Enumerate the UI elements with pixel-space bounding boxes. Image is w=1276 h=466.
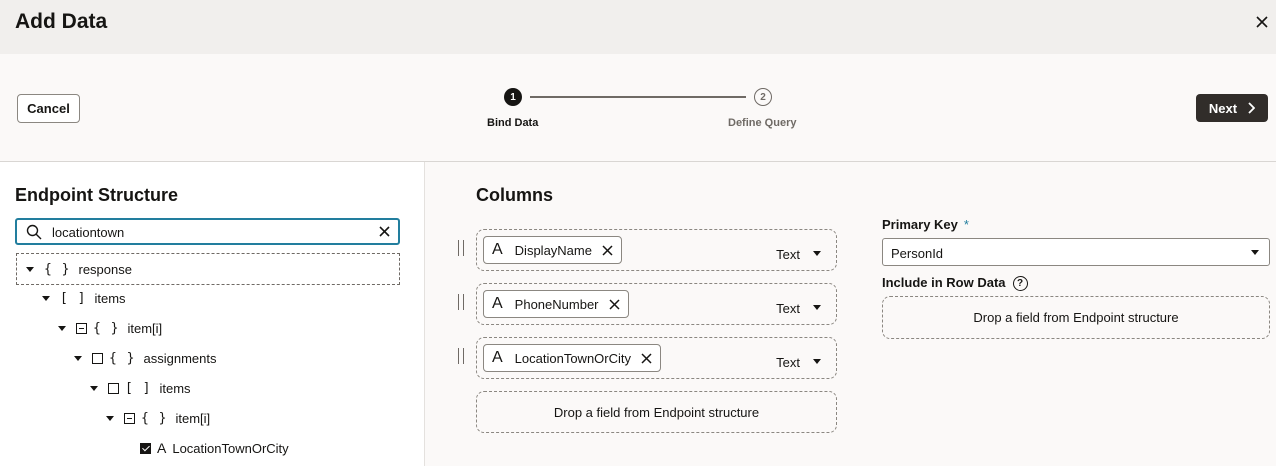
object-icon: { } <box>141 410 168 426</box>
step-1-indicator[interactable]: 1 <box>504 88 522 106</box>
columns-drop-zone[interactable]: Drop a field from Endpoint structure <box>476 391 837 433</box>
endpoint-structure-panel: Endpoint Structure locationtown { } resp… <box>0 162 425 466</box>
caret-down-icon[interactable] <box>42 295 50 301</box>
tree-checkbox[interactable] <box>140 442 151 454</box>
column-chip[interactable]: A DisplayName <box>483 236 622 264</box>
remove-icon[interactable] <box>602 244 613 256</box>
primary-key-select[interactable]: PersonId <box>882 238 1270 266</box>
object-icon: { } <box>44 261 71 277</box>
column-type[interactable]: Text <box>776 355 800 370</box>
object-icon: { } <box>93 320 120 336</box>
tree-node-locationtownorcity[interactable]: A LocationTownOrCity <box>140 433 289 463</box>
dialog-title: Add Data <box>15 10 108 33</box>
next-button-label: Next <box>1208 100 1238 116</box>
primary-key-value: PersonId <box>891 246 944 261</box>
caret-down-icon[interactable] <box>74 355 82 361</box>
next-button[interactable]: Next <box>1196 94 1268 122</box>
row-data-drop-zone[interactable]: Drop a field from Endpoint structure <box>882 296 1270 339</box>
columns-heading: Columns <box>476 185 554 205</box>
required-indicator: * <box>963 217 969 232</box>
tree-checkbox[interactable] <box>76 322 87 334</box>
drag-handle-icon[interactable] <box>458 294 464 310</box>
step-2-indicator[interactable]: 2 <box>754 88 772 106</box>
step-connector <box>530 96 746 98</box>
string-type-icon: A <box>492 295 503 312</box>
tree-checkbox[interactable] <box>92 352 103 364</box>
string-type-icon: A <box>492 241 503 258</box>
tree-node-label: item[i] <box>127 320 163 336</box>
column-field-name: PhoneNumber <box>514 296 599 312</box>
column-type[interactable]: Text <box>776 247 800 262</box>
chevron-right-icon <box>1248 102 1256 114</box>
tree-node-label: response <box>78 261 132 277</box>
tree-checkbox[interactable] <box>124 412 135 424</box>
object-icon: { } <box>109 350 136 366</box>
tree-node-items[interactable]: [ ] items <box>90 373 191 403</box>
tree-node-label: items <box>159 380 191 396</box>
search-value: locationtown <box>52 225 125 240</box>
tree-node-label: assignments <box>143 350 217 366</box>
caret-down-icon[interactable] <box>90 385 98 391</box>
columns-panel: Columns A DisplayName Text A PhoneNumber… <box>426 162 1276 466</box>
column-slot[interactable]: A DisplayName Text <box>476 229 837 271</box>
column-type[interactable]: Text <box>776 301 800 316</box>
search-input[interactable]: locationtown <box>15 218 400 245</box>
tree-node-label: item[i] <box>175 410 211 426</box>
remove-icon[interactable] <box>641 352 652 364</box>
caret-down-icon[interactable] <box>813 305 821 310</box>
array-icon: [ ] <box>125 380 152 396</box>
cancel-button[interactable]: Cancel <box>17 94 80 123</box>
search-icon <box>26 224 42 240</box>
row-data-label-text: Include in Row Data <box>882 275 1006 290</box>
caret-down-icon[interactable] <box>26 266 34 272</box>
primary-key-label: Primary Key * <box>882 217 969 232</box>
tree-node-label: LocationTownOrCity <box>172 440 289 456</box>
caret-down-icon[interactable] <box>813 251 821 256</box>
string-type-icon: A <box>157 440 167 456</box>
close-icon[interactable] <box>1252 12 1272 32</box>
drag-handle-icon[interactable] <box>458 348 464 364</box>
tree-node-item[interactable]: { } item[i] <box>106 403 210 433</box>
tree-node-assignments[interactable]: { } assignments <box>74 343 216 373</box>
tree-node-item[interactable]: { } item[i] <box>58 313 162 343</box>
caret-down-icon[interactable] <box>813 359 821 364</box>
drag-handle-icon[interactable] <box>458 240 464 256</box>
step-1-label: Bind Data <box>487 117 539 129</box>
array-icon: [ ] <box>60 290 87 306</box>
string-type-icon: A <box>492 349 503 366</box>
column-slot[interactable]: A LocationTownOrCity Text <box>476 337 837 379</box>
row-data-label: Include in Row Data? <box>882 275 1028 292</box>
endpoint-structure-heading: Endpoint Structure <box>15 185 178 205</box>
primary-key-label-text: Primary Key <box>882 217 958 232</box>
clear-search-icon[interactable] <box>378 225 391 238</box>
wizard-bar: Cancel 1 2 Bind Data Define Query Next <box>0 54 1276 162</box>
tree-node-items[interactable]: [ ] items <box>42 283 126 313</box>
column-slot[interactable]: A PhoneNumber Text <box>476 283 837 325</box>
dialog-header: Add Data <box>0 0 1276 54</box>
caret-down-icon[interactable] <box>1251 250 1259 255</box>
caret-down-icon[interactable] <box>58 325 66 331</box>
column-field-name: LocationTownOrCity <box>514 350 631 366</box>
tree-node-response[interactable]: { } response <box>16 253 400 285</box>
step-2-label: Define Query <box>728 117 797 129</box>
remove-icon[interactable] <box>608 298 620 310</box>
column-chip[interactable]: A LocationTownOrCity <box>483 344 661 372</box>
help-icon[interactable]: ? <box>1012 276 1028 292</box>
tree-node-label: items <box>94 290 126 306</box>
column-chip[interactable]: A PhoneNumber <box>483 290 629 318</box>
column-field-name: DisplayName <box>514 242 592 258</box>
tree-checkbox[interactable] <box>108 382 119 394</box>
caret-down-icon[interactable] <box>106 415 114 421</box>
